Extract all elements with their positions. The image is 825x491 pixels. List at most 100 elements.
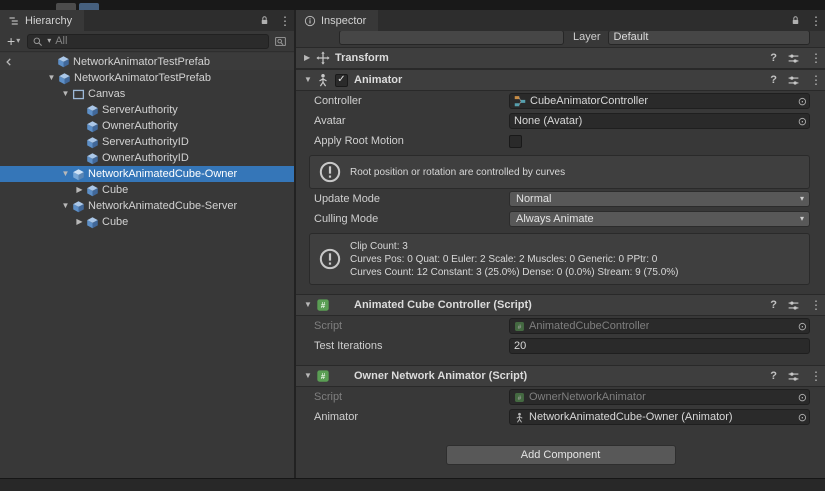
component-title: Owner Network Animator (Script) xyxy=(354,370,527,382)
object-picker-icon[interactable] xyxy=(798,319,807,333)
component-gap xyxy=(296,285,825,294)
tab-hierarchy-label: Hierarchy xyxy=(25,15,72,27)
script-label: Script xyxy=(314,320,509,332)
foldout-closed-icon[interactable] xyxy=(302,54,316,62)
kebab-menu-icon[interactable] xyxy=(810,299,818,311)
script-object-field[interactable]: # OwnerNetworkAnimator xyxy=(509,389,810,405)
tree-item[interactable]: ServerAuthorityID xyxy=(0,134,294,150)
help-icon[interactable] xyxy=(770,370,777,382)
layer-dropdown[interactable]: Default xyxy=(608,31,810,45)
tree-item-label: NetworkAnimatedCube-Owner xyxy=(88,168,237,180)
tabbar-spacer xyxy=(378,10,790,31)
script-icon: # xyxy=(514,392,525,403)
controller-value: CubeAnimatorController xyxy=(530,95,648,107)
tree-item[interactable]: OwnerAuthorityID xyxy=(0,150,294,166)
window-tab-strip xyxy=(0,0,825,10)
search-input[interactable]: All xyxy=(27,34,269,49)
expander-icon[interactable] xyxy=(59,202,72,210)
expander-icon[interactable] xyxy=(73,186,86,194)
help-icon[interactable] xyxy=(770,74,777,86)
animated-cube-controller-header[interactable]: # Animated Cube Controller (Script) xyxy=(296,294,825,316)
transform-component-header[interactable]: Transform xyxy=(296,47,825,69)
test-iterations-label: Test Iterations xyxy=(314,340,509,352)
update-mode-dropdown[interactable]: Normal xyxy=(509,191,810,207)
update-mode-row: Update Mode Normal xyxy=(296,189,825,209)
prefab-root-row[interactable]: NetworkAnimatorTestPrefab xyxy=(0,53,294,70)
tab-inspector[interactable]: Inspector xyxy=(296,10,378,31)
hierarchy-tabbar: Hierarchy xyxy=(0,10,294,31)
object-picker-icon[interactable] xyxy=(798,390,807,404)
animator-icon xyxy=(514,412,525,423)
tree-item[interactable]: ServerAuthority xyxy=(0,102,294,118)
create-object-button[interactable] xyxy=(5,34,22,49)
kebab-menu-icon[interactable] xyxy=(279,15,287,27)
avatar-object-field[interactable]: None (Avatar) xyxy=(509,113,810,129)
prefab-root-label: NetworkAnimatorTestPrefab xyxy=(73,56,210,68)
svg-text:#: # xyxy=(321,301,326,310)
hierarchy-icon xyxy=(8,15,20,27)
status-bar xyxy=(0,478,825,491)
animator-reference-row: Animator NetworkAnimatedCube-Owner (Anim… xyxy=(296,407,825,427)
tree-item[interactable]: Canvas xyxy=(0,86,294,102)
window-tab-stub[interactable] xyxy=(79,3,99,10)
expander-icon[interactable] xyxy=(73,218,86,226)
help-icon[interactable] xyxy=(770,52,777,64)
tree-item[interactable]: NetworkAnimatorTestPrefab xyxy=(0,70,294,86)
tab-hierarchy[interactable]: Hierarchy xyxy=(0,10,84,31)
script-object-field[interactable]: # AnimatedCubeController xyxy=(509,318,810,334)
tree-item[interactable]: Cube xyxy=(0,214,294,230)
add-component-button[interactable]: Add Component xyxy=(446,445,676,465)
component-enabled-checkbox[interactable] xyxy=(335,74,348,87)
presets-icon[interactable] xyxy=(787,74,800,87)
controller-object-field[interactable]: CubeAnimatorController xyxy=(509,93,810,109)
chevron-down-icon xyxy=(800,215,804,223)
foldout-open-icon[interactable] xyxy=(302,301,316,309)
tree-item[interactable]: NetworkAnimatedCube-Server xyxy=(0,198,294,214)
back-icon[interactable] xyxy=(2,55,16,69)
lock-icon[interactable] xyxy=(790,15,801,26)
tree-item[interactable]: Cube xyxy=(0,182,294,198)
window-tab-stub[interactable] xyxy=(56,3,76,10)
info-icon xyxy=(304,15,316,27)
animator-component-header[interactable]: Animator xyxy=(296,69,825,91)
animator-object-field[interactable]: NetworkAnimatedCube-Owner (Animator) xyxy=(509,409,810,425)
kebab-menu-icon[interactable] xyxy=(810,15,818,27)
presets-icon[interactable] xyxy=(787,299,800,312)
plus-icon xyxy=(7,34,15,49)
tag-dropdown[interactable] xyxy=(339,31,564,45)
help-icon[interactable] xyxy=(770,299,777,311)
expander-icon[interactable] xyxy=(45,74,58,82)
expander-icon[interactable] xyxy=(59,170,72,178)
tree-item[interactable]: OwnerAuthority xyxy=(0,118,294,134)
lock-icon[interactable] xyxy=(259,15,270,26)
component-title: Transform xyxy=(335,52,389,64)
inspector-tabbar: Inspector xyxy=(296,10,825,31)
prefab-cube-icon xyxy=(86,104,99,117)
animator-reference-value: NetworkAnimatedCube-Owner (Animator) xyxy=(529,411,733,423)
object-picker-icon[interactable] xyxy=(798,114,807,128)
foldout-open-icon[interactable] xyxy=(302,372,316,380)
expander-icon[interactable] xyxy=(59,90,72,98)
animator-controller-icon xyxy=(514,95,526,107)
prefab-cube-icon xyxy=(86,216,99,229)
presets-icon[interactable] xyxy=(787,370,800,383)
culling-mode-row: Culling Mode Always Animate xyxy=(296,209,825,229)
script-value: AnimatedCubeController xyxy=(529,320,649,332)
script-row: Script # AnimatedCubeController xyxy=(296,316,825,336)
kebab-menu-icon[interactable] xyxy=(810,52,818,64)
owner-network-animator-header[interactable]: # Owner Network Animator (Script) xyxy=(296,365,825,387)
object-picker-icon[interactable] xyxy=(798,94,807,108)
update-mode-label: Update Mode xyxy=(314,193,509,205)
object-picker-icon[interactable] xyxy=(798,410,807,424)
tree-item-selected[interactable]: NetworkAnimatedCube-Owner xyxy=(0,166,294,182)
foldout-open-icon[interactable] xyxy=(302,76,316,84)
apply-root-motion-checkbox[interactable] xyxy=(509,135,522,148)
kebab-menu-icon[interactable] xyxy=(810,74,818,86)
tree-item-label: NetworkAnimatedCube-Server xyxy=(88,200,237,212)
hierarchy-panel: Hierarchy xyxy=(0,10,296,478)
culling-mode-dropdown[interactable]: Always Animate xyxy=(509,211,810,227)
kebab-menu-icon[interactable] xyxy=(810,370,818,382)
presets-icon[interactable] xyxy=(787,52,800,65)
open-search-window-icon[interactable] xyxy=(274,35,287,48)
test-iterations-input[interactable]: 20 xyxy=(509,338,810,354)
